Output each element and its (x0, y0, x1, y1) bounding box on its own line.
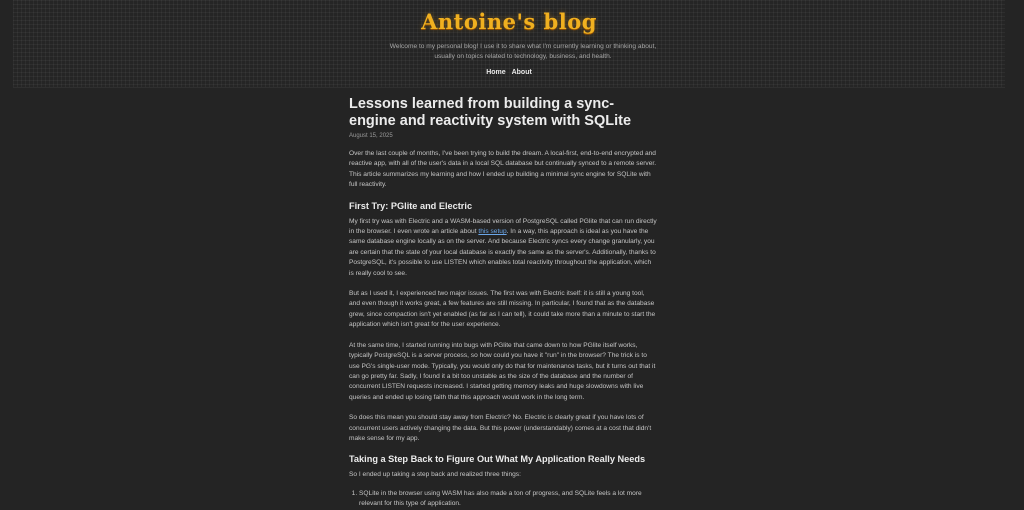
section-heading-step-back: Taking a Step Back to Figure Out What My… (349, 454, 646, 465)
nav-about-link[interactable]: About (512, 69, 532, 76)
article-title: Lessons learned from building a sync-eng… (349, 96, 632, 129)
article-paragraph: At the same time, I started running into… (349, 341, 656, 401)
article: Lessons learned from building a sync-eng… (349, 96, 657, 510)
article-paragraph: So does this mean you should stay away f… (349, 414, 652, 442)
site-logo[interactable]: Antoine's blog (13, 9, 1005, 34)
nav-home-link[interactable]: Home (486, 69, 505, 76)
this-setup-link[interactable]: this setup (478, 228, 506, 235)
list-item: SQLite in the browser using WASM has als… (359, 489, 657, 510)
article-paragraph: So I ended up taking a step back and rea… (349, 471, 521, 479)
site-header: Antoine's blog Welcome to my personal bl… (13, 0, 1005, 88)
article-date: August 15, 2025 (349, 133, 393, 139)
article-paragraph: But as I used it, I experienced two majo… (349, 290, 656, 329)
paragraph-text: . In a way, this approach is ideal as yo… (349, 228, 656, 277)
article-list: SQLite in the browser using WASM has als… (349, 489, 657, 510)
site-tagline: Welcome to my personal blog! I use it to… (389, 43, 657, 60)
main-nav: Home About (13, 69, 1005, 76)
article-intro: Over the last couple of months, I've bee… (349, 150, 657, 189)
article-paragraph: My first try was with Electric and a WAS… (349, 217, 657, 279)
section-heading-first-try: First Try: PGlite and Electric (349, 200, 473, 211)
